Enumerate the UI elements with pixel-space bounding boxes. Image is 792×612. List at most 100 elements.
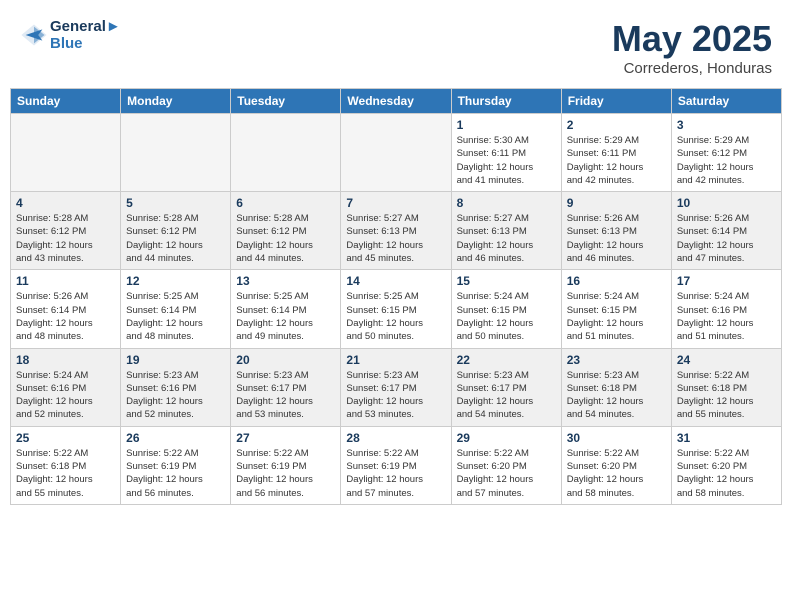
- day-number: 16: [567, 274, 666, 288]
- day-number: 30: [567, 431, 666, 445]
- calendar-cell: 30 Sunrise: 5:22 AM Sunset: 6:20 PM Dayli…: [561, 426, 671, 504]
- day-info: Sunrise: 5:22 AM Sunset: 6:18 PM Dayligh…: [677, 369, 776, 422]
- day-info: Sunrise: 5:22 AM Sunset: 6:19 PM Dayligh…: [346, 447, 445, 500]
- logo-icon: [20, 21, 48, 49]
- day-number: 31: [677, 431, 776, 445]
- calendar-cell: [341, 114, 451, 192]
- day-info: Sunrise: 5:23 AM Sunset: 6:17 PM Dayligh…: [236, 369, 335, 422]
- day-info: Sunrise: 5:23 AM Sunset: 6:17 PM Dayligh…: [346, 369, 445, 422]
- day-number: 17: [677, 274, 776, 288]
- page-header: General► Blue May 2025 Correderos, Hondu…: [10, 10, 782, 82]
- day-info: Sunrise: 5:26 AM Sunset: 6:14 PM Dayligh…: [16, 290, 115, 343]
- day-info: Sunrise: 5:29 AM Sunset: 6:11 PM Dayligh…: [567, 134, 666, 187]
- logo-text: General► Blue: [50, 18, 121, 52]
- day-info: Sunrise: 5:22 AM Sunset: 6:20 PM Dayligh…: [677, 447, 776, 500]
- weekday-header-sunday: Sunday: [11, 89, 121, 114]
- day-info: Sunrise: 5:23 AM Sunset: 6:16 PM Dayligh…: [126, 369, 225, 422]
- calendar-cell: 13 Sunrise: 5:25 AM Sunset: 6:14 PM Dayli…: [231, 270, 341, 348]
- day-number: 6: [236, 196, 335, 210]
- calendar-cell: [11, 114, 121, 192]
- title-block: May 2025 Correderos, Honduras: [612, 18, 772, 77]
- calendar-cell: 11 Sunrise: 5:26 AM Sunset: 6:14 PM Dayli…: [11, 270, 121, 348]
- month-title: May 2025: [612, 18, 772, 60]
- day-info: Sunrise: 5:30 AM Sunset: 6:11 PM Dayligh…: [457, 134, 556, 187]
- calendar-cell: 23 Sunrise: 5:23 AM Sunset: 6:18 PM Dayli…: [561, 348, 671, 426]
- day-number: 25: [16, 431, 115, 445]
- calendar-header-row: SundayMondayTuesdayWednesdayThursdayFrid…: [11, 89, 782, 114]
- day-number: 18: [16, 353, 115, 367]
- calendar-cell: 17 Sunrise: 5:24 AM Sunset: 6:16 PM Dayli…: [671, 270, 781, 348]
- calendar-cell: 18 Sunrise: 5:24 AM Sunset: 6:16 PM Dayli…: [11, 348, 121, 426]
- calendar-cell: 22Sunrise: 5:23 AM Sunset: 6:17 PM Dayli…: [451, 348, 561, 426]
- day-number: 11: [16, 274, 115, 288]
- day-info: Sunrise: 5:28 AM Sunset: 6:12 PM Dayligh…: [126, 212, 225, 265]
- calendar-cell: 3Sunrise: 5:29 AM Sunset: 6:12 PM Daylig…: [671, 114, 781, 192]
- day-info: Sunrise: 5:22 AM Sunset: 6:20 PM Dayligh…: [457, 447, 556, 500]
- day-number: 28: [346, 431, 445, 445]
- day-info: Sunrise: 5:22 AM Sunset: 6:19 PM Dayligh…: [236, 447, 335, 500]
- day-number: 9: [567, 196, 666, 210]
- calendar-week-row: 4Sunrise: 5:28 AM Sunset: 6:12 PM Daylig…: [11, 192, 782, 270]
- day-number: 8: [457, 196, 556, 210]
- day-number: 1: [457, 118, 556, 132]
- day-info: Sunrise: 5:24 AM Sunset: 6:15 PM Dayligh…: [457, 290, 556, 343]
- day-number: 23: [567, 353, 666, 367]
- calendar-cell: 24 Sunrise: 5:22 AM Sunset: 6:18 PM Dayli…: [671, 348, 781, 426]
- day-info: Sunrise: 5:28 AM Sunset: 6:12 PM Dayligh…: [16, 212, 115, 265]
- day-number: 19: [126, 353, 225, 367]
- calendar-cell: 21Sunrise: 5:23 AM Sunset: 6:17 PM Dayli…: [341, 348, 451, 426]
- day-info: Sunrise: 5:24 AM Sunset: 6:15 PM Dayligh…: [567, 290, 666, 343]
- calendar-cell: [231, 114, 341, 192]
- day-number: 12: [126, 274, 225, 288]
- calendar-cell: 8Sunrise: 5:27 AM Sunset: 6:13 PM Daylig…: [451, 192, 561, 270]
- day-number: 20: [236, 353, 335, 367]
- day-number: 3: [677, 118, 776, 132]
- calendar-week-row: 11 Sunrise: 5:26 AM Sunset: 6:14 PM Dayli…: [11, 270, 782, 348]
- calendar-cell: 31 Sunrise: 5:22 AM Sunset: 6:20 PM Dayli…: [671, 426, 781, 504]
- calendar-cell: 9 Sunrise: 5:26 AM Sunset: 6:13 PM Daylig…: [561, 192, 671, 270]
- weekday-header-friday: Friday: [561, 89, 671, 114]
- day-info: Sunrise: 5:23 AM Sunset: 6:18 PM Dayligh…: [567, 369, 666, 422]
- calendar-cell: 6 Sunrise: 5:28 AM Sunset: 6:12 PM Daylig…: [231, 192, 341, 270]
- day-number: 29: [457, 431, 556, 445]
- day-info: Sunrise: 5:28 AM Sunset: 6:12 PM Dayligh…: [236, 212, 335, 265]
- calendar-cell: 1 Sunrise: 5:30 AM Sunset: 6:11 PM Daylig…: [451, 114, 561, 192]
- calendar-cell: 19 Sunrise: 5:23 AM Sunset: 6:16 PM Dayli…: [121, 348, 231, 426]
- day-info: Sunrise: 5:24 AM Sunset: 6:16 PM Dayligh…: [677, 290, 776, 343]
- calendar-cell: 4Sunrise: 5:28 AM Sunset: 6:12 PM Daylig…: [11, 192, 121, 270]
- calendar-cell: 10 Sunrise: 5:26 AM Sunset: 6:14 PM Dayli…: [671, 192, 781, 270]
- weekday-header-monday: Monday: [121, 89, 231, 114]
- day-info: Sunrise: 5:22 AM Sunset: 6:18 PM Dayligh…: [16, 447, 115, 500]
- day-number: 27: [236, 431, 335, 445]
- day-number: 5: [126, 196, 225, 210]
- calendar-week-row: 1 Sunrise: 5:30 AM Sunset: 6:11 PM Daylig…: [11, 114, 782, 192]
- calendar-cell: 15 Sunrise: 5:24 AM Sunset: 6:15 PM Dayli…: [451, 270, 561, 348]
- day-number: 15: [457, 274, 556, 288]
- calendar-cell: 12Sunrise: 5:25 AM Sunset: 6:14 PM Dayli…: [121, 270, 231, 348]
- day-number: 13: [236, 274, 335, 288]
- calendar-table: SundayMondayTuesdayWednesdayThursdayFrid…: [10, 88, 782, 505]
- calendar-cell: 25 Sunrise: 5:22 AM Sunset: 6:18 PM Dayli…: [11, 426, 121, 504]
- day-info: Sunrise: 5:23 AM Sunset: 6:17 PM Dayligh…: [457, 369, 556, 422]
- day-info: Sunrise: 5:24 AM Sunset: 6:16 PM Dayligh…: [16, 369, 115, 422]
- weekday-header-wednesday: Wednesday: [341, 89, 451, 114]
- day-number: 7: [346, 196, 445, 210]
- day-info: Sunrise: 5:22 AM Sunset: 6:20 PM Dayligh…: [567, 447, 666, 500]
- weekday-header-thursday: Thursday: [451, 89, 561, 114]
- day-number: 24: [677, 353, 776, 367]
- calendar-cell: 14Sunrise: 5:25 AM Sunset: 6:15 PM Dayli…: [341, 270, 451, 348]
- calendar-cell: 2Sunrise: 5:29 AM Sunset: 6:11 PM Daylig…: [561, 114, 671, 192]
- calendar-cell: 5 Sunrise: 5:28 AM Sunset: 6:12 PM Daylig…: [121, 192, 231, 270]
- calendar-cell: 27 Sunrise: 5:22 AM Sunset: 6:19 PM Dayli…: [231, 426, 341, 504]
- calendar-cell: 7Sunrise: 5:27 AM Sunset: 6:13 PM Daylig…: [341, 192, 451, 270]
- day-number: 10: [677, 196, 776, 210]
- location: Correderos, Honduras: [612, 60, 772, 77]
- calendar-cell: 28 Sunrise: 5:22 AM Sunset: 6:19 PM Dayli…: [341, 426, 451, 504]
- day-info: Sunrise: 5:26 AM Sunset: 6:13 PM Dayligh…: [567, 212, 666, 265]
- calendar-cell: [121, 114, 231, 192]
- logo: General► Blue: [20, 18, 121, 52]
- day-info: Sunrise: 5:26 AM Sunset: 6:14 PM Dayligh…: [677, 212, 776, 265]
- calendar-cell: 26Sunrise: 5:22 AM Sunset: 6:19 PM Dayli…: [121, 426, 231, 504]
- day-info: Sunrise: 5:25 AM Sunset: 6:14 PM Dayligh…: [236, 290, 335, 343]
- day-info: Sunrise: 5:22 AM Sunset: 6:19 PM Dayligh…: [126, 447, 225, 500]
